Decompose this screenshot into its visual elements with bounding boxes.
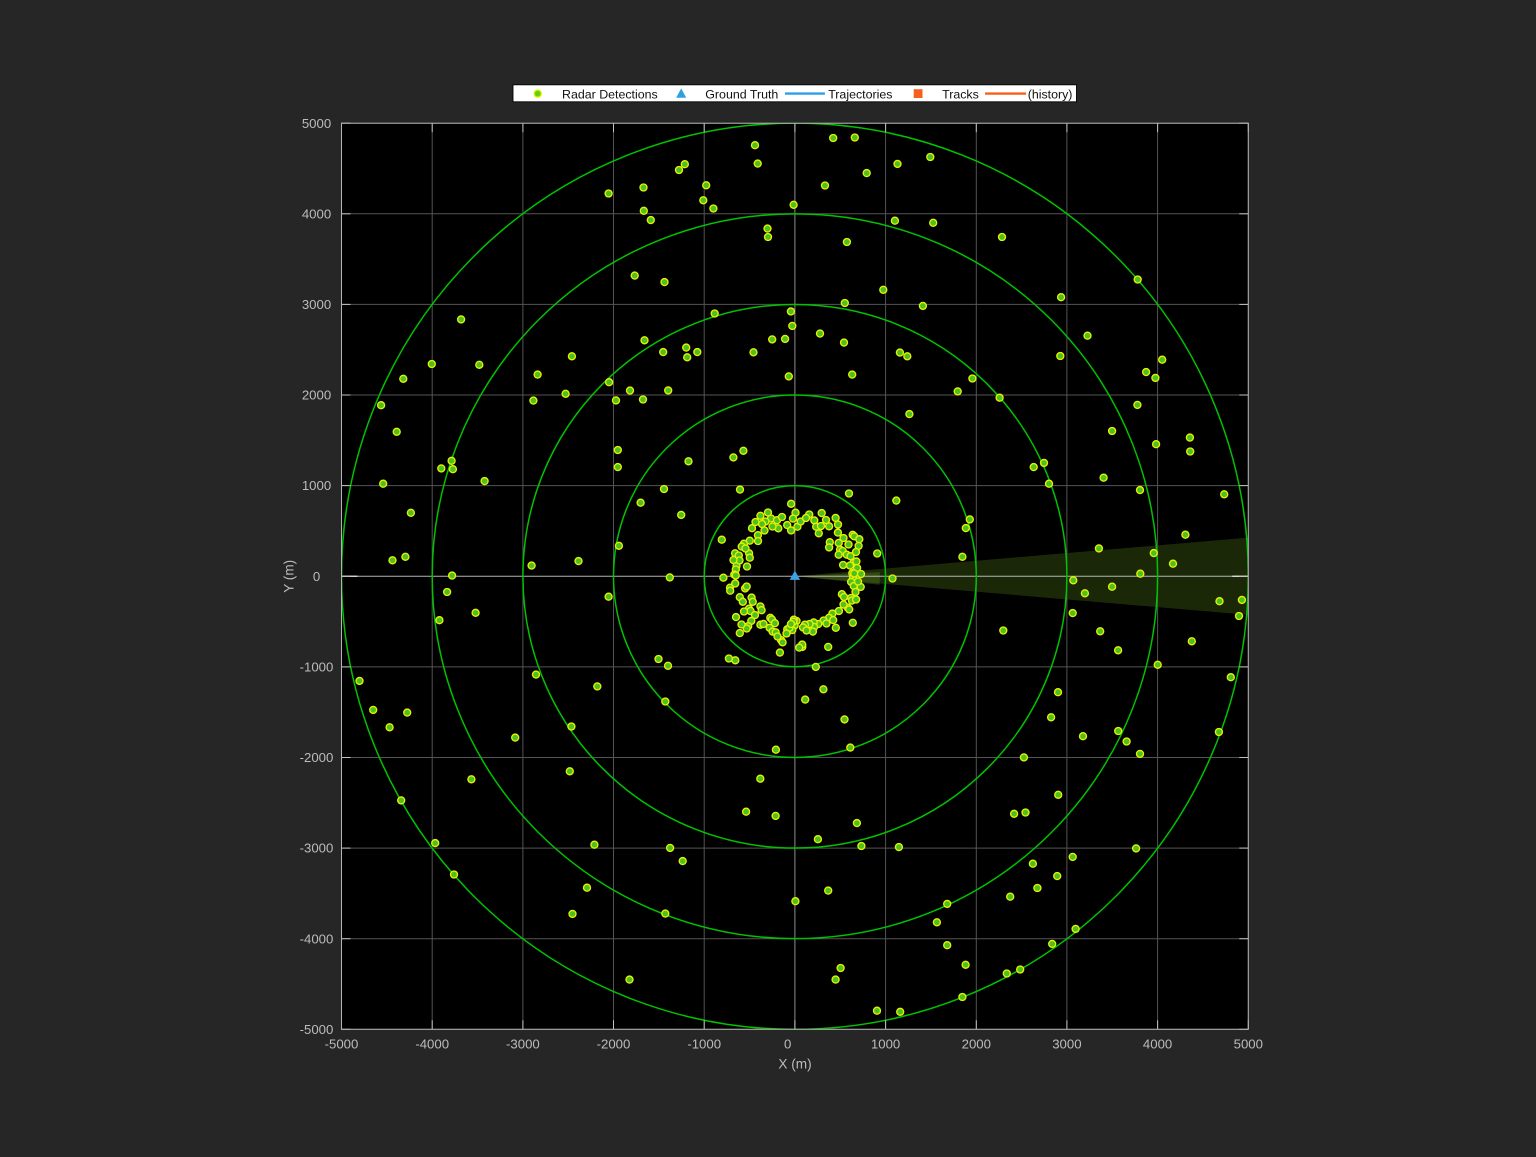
svg-text:-1000: -1000: [300, 660, 334, 675]
svg-text:0: 0: [313, 569, 320, 584]
svg-text:3000: 3000: [302, 297, 331, 312]
svg-text:2000: 2000: [962, 1036, 991, 1051]
svg-text:2000: 2000: [302, 388, 331, 403]
svg-text:Radar Detections: Radar Detections: [562, 87, 658, 101]
svg-text:-3000: -3000: [506, 1036, 540, 1051]
svg-text:4000: 4000: [302, 206, 331, 221]
svg-text:Ground Truth: Ground Truth: [705, 87, 778, 101]
svg-text:3000: 3000: [1052, 1036, 1081, 1051]
svg-text:Tracks: Tracks: [942, 87, 979, 101]
svg-text:X (m): X (m): [778, 1057, 811, 1072]
svg-text:-4000: -4000: [300, 931, 334, 946]
svg-text:5000: 5000: [302, 116, 331, 131]
svg-text:-1000: -1000: [687, 1036, 721, 1051]
svg-text:Trajectories: Trajectories: [828, 87, 892, 101]
svg-text:-3000: -3000: [300, 841, 334, 856]
svg-text:1000: 1000: [871, 1036, 900, 1051]
svg-text:-5000: -5000: [325, 1036, 359, 1051]
svg-text:1000: 1000: [302, 478, 331, 493]
svg-text:-5000: -5000: [300, 1022, 334, 1037]
svg-text:-4000: -4000: [415, 1036, 449, 1051]
svg-text:(history): (history): [1028, 87, 1073, 101]
svg-text:Y (m): Y (m): [282, 560, 297, 593]
svg-text:0: 0: [784, 1036, 791, 1051]
svg-text:-2000: -2000: [597, 1036, 631, 1051]
svg-text:5000: 5000: [1234, 1036, 1263, 1051]
svg-text:4000: 4000: [1143, 1036, 1172, 1051]
svg-text:-2000: -2000: [300, 750, 334, 765]
